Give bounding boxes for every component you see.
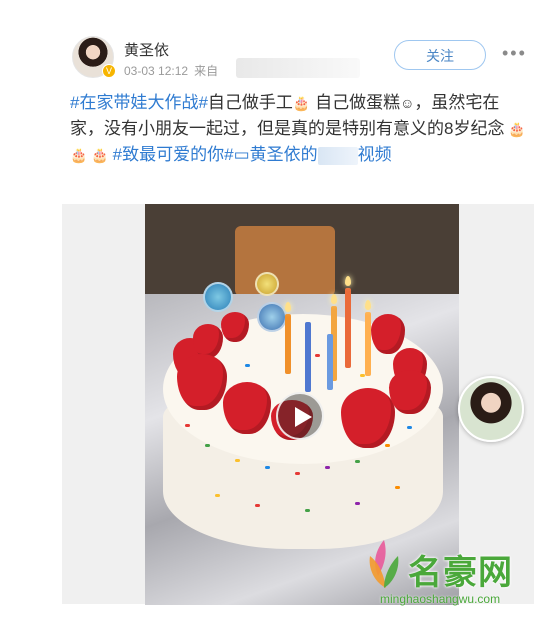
blurred-source xyxy=(236,58,360,78)
sprinkle xyxy=(265,466,270,469)
sprinkle xyxy=(315,354,320,357)
candle-flame xyxy=(365,300,371,310)
emoji-icon: ☺ xyxy=(400,95,415,111)
sprinkle xyxy=(205,444,210,447)
sprinkle xyxy=(385,444,390,447)
background-chair xyxy=(235,226,335,296)
video-link-icon: ▭ xyxy=(233,145,250,164)
watermark-url: minghaoshangwu.com xyxy=(380,592,501,606)
username[interactable]: 黄圣依 xyxy=(124,39,169,60)
sprinkle xyxy=(255,504,260,507)
sprinkle xyxy=(305,509,310,512)
post-date[interactable]: 03-03 12:12 xyxy=(124,64,188,78)
candle-flame xyxy=(345,276,351,286)
sprinkle xyxy=(355,502,360,505)
sprinkle xyxy=(215,494,220,497)
play-button[interactable] xyxy=(276,392,324,440)
lollipop xyxy=(203,282,233,312)
sprinkle xyxy=(395,486,400,489)
verified-badge-icon: V xyxy=(102,64,116,78)
post-meta: 03-03 12:12 来自 xyxy=(124,62,218,79)
sprinkle xyxy=(185,424,190,427)
sprinkle xyxy=(325,466,330,469)
sprinkle xyxy=(355,460,360,463)
sprinkle xyxy=(235,459,240,462)
lollipop xyxy=(257,302,287,332)
text-segment-2: 自己做蛋糕 xyxy=(310,93,401,112)
blurred-link-text xyxy=(317,146,358,165)
video-link-suffix: 视频 xyxy=(357,145,392,164)
candle xyxy=(305,322,311,392)
floating-user-avatar[interactable] xyxy=(458,376,524,442)
candle xyxy=(285,314,291,374)
candle xyxy=(327,334,333,390)
candle xyxy=(365,312,371,376)
weibo-post-card: V 黄圣依 03-03 12:12 来自 关注 ••• #在家带娃大作战#自己做手… xyxy=(0,0,555,625)
sprinkle xyxy=(295,472,300,475)
play-icon xyxy=(295,407,312,427)
sprinkle xyxy=(360,374,365,377)
text-segment-1: 自己做手工 xyxy=(207,93,293,112)
watermark-logo-icon xyxy=(369,540,399,588)
candle-flame xyxy=(331,294,337,304)
more-options-button[interactable]: ••• xyxy=(502,44,532,62)
video-link-name: 黄圣依的 xyxy=(249,145,318,164)
hashtag-cutest[interactable]: #致最可爱的你# xyxy=(113,145,234,164)
watermark-brand: 名豪网 xyxy=(408,553,513,593)
follow-button[interactable]: 关注 xyxy=(394,40,486,70)
hashtag-home-kids[interactable]: #在家带娃大作战# xyxy=(70,93,208,112)
candle xyxy=(345,288,351,368)
video-link[interactable]: ▭黄圣依的 视频 xyxy=(233,145,392,165)
post-text: #在家带娃大作战#自己做手工🎂 自己做蛋糕☺，虽然宅在家，没有小朋友一起过，但是… xyxy=(70,90,530,168)
sprinkle xyxy=(245,364,250,367)
lollipop xyxy=(255,272,279,296)
candle-flame xyxy=(285,302,291,312)
emoji-icon: 🎂 xyxy=(292,95,311,111)
post-source-prefix: 来自 xyxy=(194,64,219,78)
sprinkle xyxy=(407,426,412,429)
